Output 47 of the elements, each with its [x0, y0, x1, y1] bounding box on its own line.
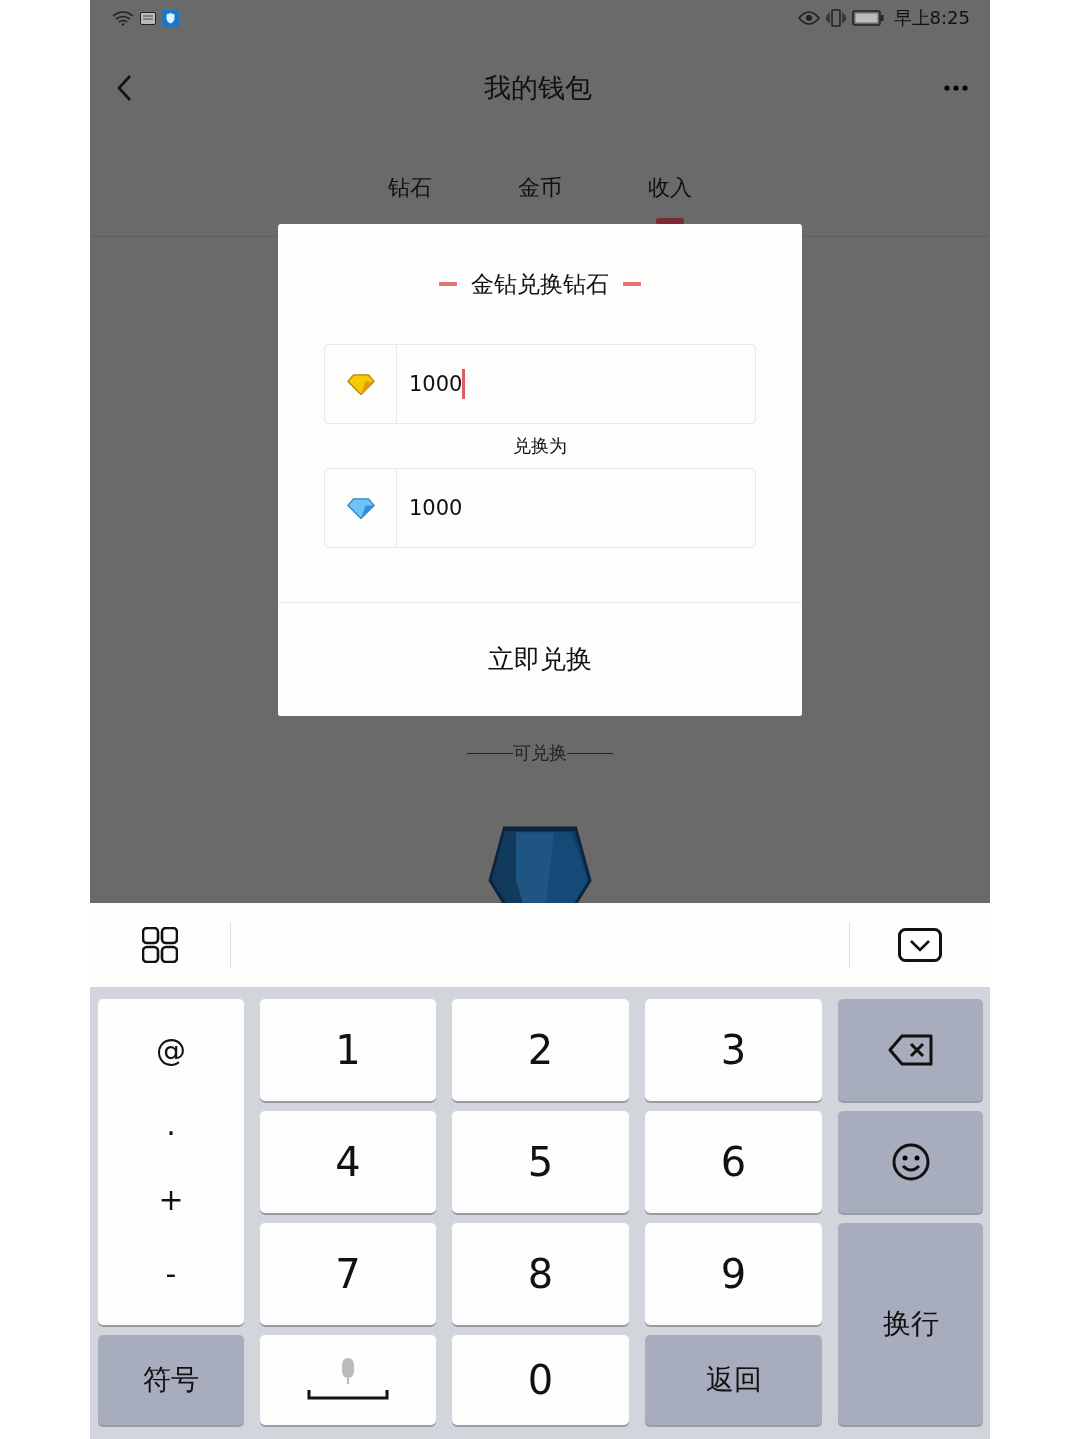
- space-key[interactable]: [260, 1335, 436, 1425]
- key[interactable]: 5: [452, 1111, 629, 1213]
- wifi-icon: [112, 10, 134, 26]
- smiley-icon: [890, 1142, 931, 1182]
- amount-field[interactable]: 1000: [324, 468, 756, 548]
- battery-icon: [851, 10, 884, 26]
- key[interactable]: 7: [260, 1223, 436, 1325]
- key[interactable]: 1: [260, 999, 436, 1101]
- section-label: 可兑换: [513, 741, 567, 765]
- more-icon[interactable]: [944, 85, 968, 91]
- exchange-button[interactable]: 立即兑换: [278, 602, 802, 716]
- key[interactable]: 符号: [98, 1335, 244, 1425]
- backspace-key[interactable]: [838, 999, 983, 1101]
- grid-icon: [142, 927, 178, 963]
- status-time: 早上8:25: [893, 6, 970, 30]
- enter-key[interactable]: 换行: [838, 1223, 983, 1425]
- key[interactable]: 9: [645, 1223, 822, 1325]
- emoji-key[interactable]: [838, 1111, 983, 1213]
- tab[interactable]: 钻石: [372, 140, 448, 236]
- exchange-label: 兑换为: [512, 434, 568, 458]
- vibrate-icon: [825, 9, 846, 27]
- symbol-key[interactable]: -: [145, 1256, 197, 1292]
- gem-icon: [346, 496, 375, 520]
- page-title: 我的钱包: [484, 71, 592, 105]
- amount-field[interactable]: 1000: [324, 344, 756, 424]
- backspace-icon: [887, 1034, 934, 1066]
- message-icon: [140, 11, 156, 25]
- symbol-key[interactable]: .: [146, 1107, 196, 1143]
- tab[interactable]: 金币: [502, 140, 578, 236]
- gem-icon: [346, 372, 375, 396]
- symbol-key[interactable]: +: [138, 1181, 204, 1217]
- key[interactable]: 3: [645, 999, 822, 1101]
- key[interactable]: 6: [645, 1111, 822, 1213]
- key[interactable]: 0: [452, 1335, 629, 1425]
- amount-value: 1000: [409, 372, 463, 396]
- back-icon[interactable]: [116, 74, 132, 102]
- chevron-down-icon: [898, 928, 942, 962]
- shield-icon: [162, 9, 179, 27]
- symbol-key[interactable]: @: [136, 1032, 206, 1068]
- key[interactable]: 8: [452, 1223, 629, 1325]
- key[interactable]: 2: [452, 999, 629, 1101]
- key[interactable]: 4: [260, 1111, 436, 1213]
- dialog-title: 金钻兑换钻石: [471, 269, 609, 299]
- amount-value: 1000: [409, 496, 463, 520]
- eye-icon: [797, 11, 820, 25]
- key[interactable]: 返回: [645, 1335, 822, 1425]
- microphone-space-icon: [307, 1358, 389, 1402]
